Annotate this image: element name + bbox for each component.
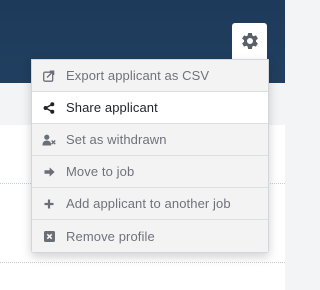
- menu-item-label: Set as withdrawn: [66, 132, 167, 147]
- share-icon: [32, 101, 66, 114]
- export-icon: [32, 70, 66, 82]
- gear-icon: [240, 31, 260, 51]
- menu-item-share-applicant[interactable]: Share applicant: [32, 92, 268, 124]
- menu-item-export-csv[interactable]: Export applicant as CSV: [32, 60, 268, 92]
- menu-item-add-to-another-job[interactable]: Add applicant to another job: [32, 188, 268, 220]
- menu-item-set-withdrawn[interactable]: Set as withdrawn: [32, 124, 268, 156]
- menu-item-label: Remove profile: [66, 228, 155, 244]
- divider: [0, 262, 285, 263]
- menu-item-label: Export applicant as CSV: [66, 68, 210, 83]
- plus-icon: [32, 199, 66, 209]
- settings-button[interactable]: [232, 23, 267, 59]
- menu-item-label: Add applicant to another job: [66, 196, 231, 211]
- arrow-right-icon: [32, 166, 66, 177]
- menu-item-remove-profile[interactable]: Remove profile: [32, 220, 268, 252]
- remove-box-icon: [32, 230, 66, 242]
- menu-item-label: Move to job: [66, 164, 135, 179]
- menu-item-label: Share applicant: [66, 100, 158, 115]
- menu-item-move-to-job[interactable]: Move to job: [32, 156, 268, 188]
- settings-dropdown-menu: Export applicant as CSV Share applicant …: [31, 59, 269, 253]
- user-remove-icon: [32, 134, 66, 146]
